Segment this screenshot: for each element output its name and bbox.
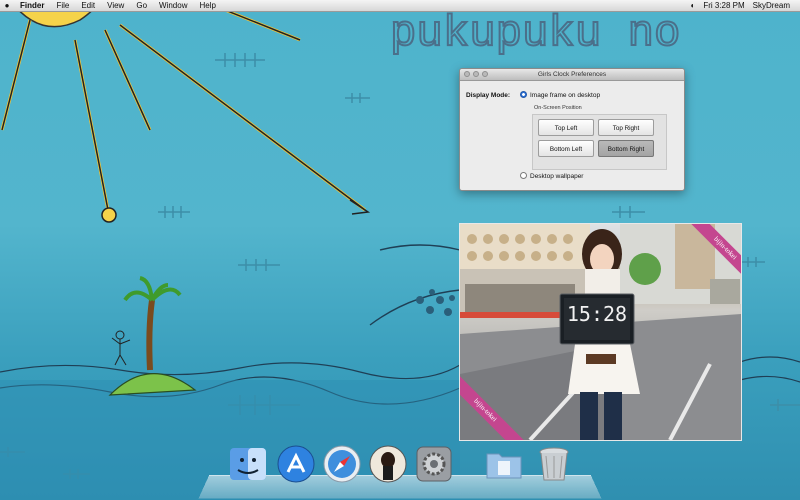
menu-help[interactable]: Help bbox=[193, 0, 221, 11]
system-preferences-icon[interactable] bbox=[414, 444, 454, 484]
bottom-left-button[interactable]: Bottom Left bbox=[538, 140, 594, 157]
zoom-button[interactable] bbox=[482, 71, 488, 77]
menu-bar: ● Finder File Edit View Go Window Help ◐… bbox=[0, 0, 800, 12]
photo-scene bbox=[460, 224, 741, 440]
stick-figure-icon bbox=[111, 330, 131, 366]
menubar-user[interactable]: SkyDream bbox=[749, 0, 794, 11]
palm-tree-icon bbox=[123, 276, 182, 302]
position-group: Top Left Top Right Bottom Left Bottom Ri… bbox=[532, 114, 667, 170]
spotlight-status-icon[interactable]: ◐ bbox=[686, 0, 699, 11]
sun-icon bbox=[0, 0, 371, 223]
desktop-wallpaper-label[interactable]: Desktop wallpaper bbox=[530, 173, 583, 180]
menu-file[interactable]: File bbox=[50, 0, 75, 11]
desktop-wallpaper-radio[interactable] bbox=[520, 172, 527, 179]
top-left-button[interactable]: Top Left bbox=[538, 119, 594, 136]
top-right-button[interactable]: Top Right bbox=[598, 119, 654, 136]
wallpaper-title: pukupuku no bbox=[390, 9, 680, 59]
menu-go[interactable]: Go bbox=[130, 0, 153, 11]
preferences-window: Girls Clock Preferences Display Mode: Im… bbox=[459, 68, 685, 191]
safari-icon[interactable] bbox=[322, 444, 362, 484]
menu-finder[interactable]: Finder bbox=[14, 0, 50, 11]
menu-window[interactable]: Window bbox=[153, 0, 193, 11]
clock-board-time: 15:28 bbox=[566, 302, 628, 326]
dock bbox=[198, 442, 602, 500]
app-store-icon[interactable] bbox=[276, 444, 316, 484]
apple-icon[interactable]: ● bbox=[0, 0, 14, 11]
girls-clock-icon[interactable] bbox=[368, 444, 408, 484]
window-title: Girls Clock Preferences bbox=[537, 71, 607, 78]
documents-folder-icon[interactable] bbox=[484, 444, 524, 484]
window-titlebar[interactable]: Girls Clock Preferences bbox=[460, 69, 684, 81]
trash-icon[interactable] bbox=[534, 444, 574, 484]
bottom-right-button[interactable]: Bottom Right bbox=[598, 140, 654, 157]
menu-edit[interactable]: Edit bbox=[75, 0, 101, 11]
image-frame-radio[interactable] bbox=[520, 91, 527, 98]
menu-view[interactable]: View bbox=[101, 0, 130, 11]
girls-clock-photo-frame[interactable]: 15:28 bijin-tokei bijin-tokei bbox=[459, 223, 742, 441]
minimize-button[interactable] bbox=[473, 71, 479, 77]
menubar-clock[interactable]: Fri 3:28 PM bbox=[699, 0, 748, 11]
finder-icon[interactable] bbox=[228, 444, 268, 484]
image-frame-label[interactable]: Image frame on desktop bbox=[530, 92, 600, 99]
display-mode-label: Display Mode: bbox=[466, 92, 511, 99]
position-group-label: On-Screen Position bbox=[534, 105, 582, 111]
close-button[interactable] bbox=[464, 71, 470, 77]
